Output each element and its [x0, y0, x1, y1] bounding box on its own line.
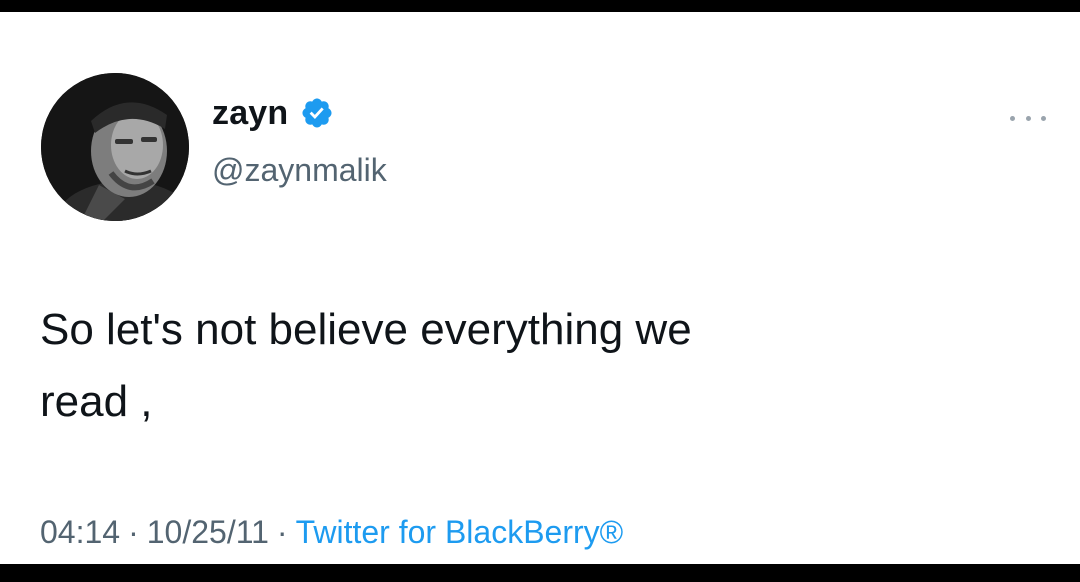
tweet-time[interactable]: 04:14 — [40, 514, 120, 550]
tweet-text: So let's not believe everything we read … — [40, 305, 692, 426]
more-dots-icon — [1010, 115, 1015, 121]
tweet-date[interactable]: 10/25/11 — [147, 514, 269, 550]
tweet-card: zayn @zaynmalik So let's not believe eve… — [0, 12, 1080, 564]
author-name-row: zayn — [212, 90, 334, 136]
meta-separator: · — [276, 514, 288, 550]
verified-badge-icon — [300, 96, 334, 130]
tweet-source-link[interactable]: Twitter for BlackBerry® — [296, 514, 624, 550]
more-dots-icon — [1025, 115, 1031, 121]
more-dots-icon — [1041, 115, 1046, 121]
author-avatar[interactable] — [41, 73, 189, 221]
author-display-name[interactable]: zayn — [212, 94, 288, 133]
tweet-meta: 04:14 · 10/25/11 · Twitter for BlackBerry® — [40, 514, 623, 551]
author-handle[interactable]: @zaynmalik — [212, 152, 387, 189]
more-options-button[interactable] — [1010, 108, 1046, 128]
meta-separator: · — [128, 514, 139, 550]
avatar-photo-icon — [41, 73, 189, 221]
